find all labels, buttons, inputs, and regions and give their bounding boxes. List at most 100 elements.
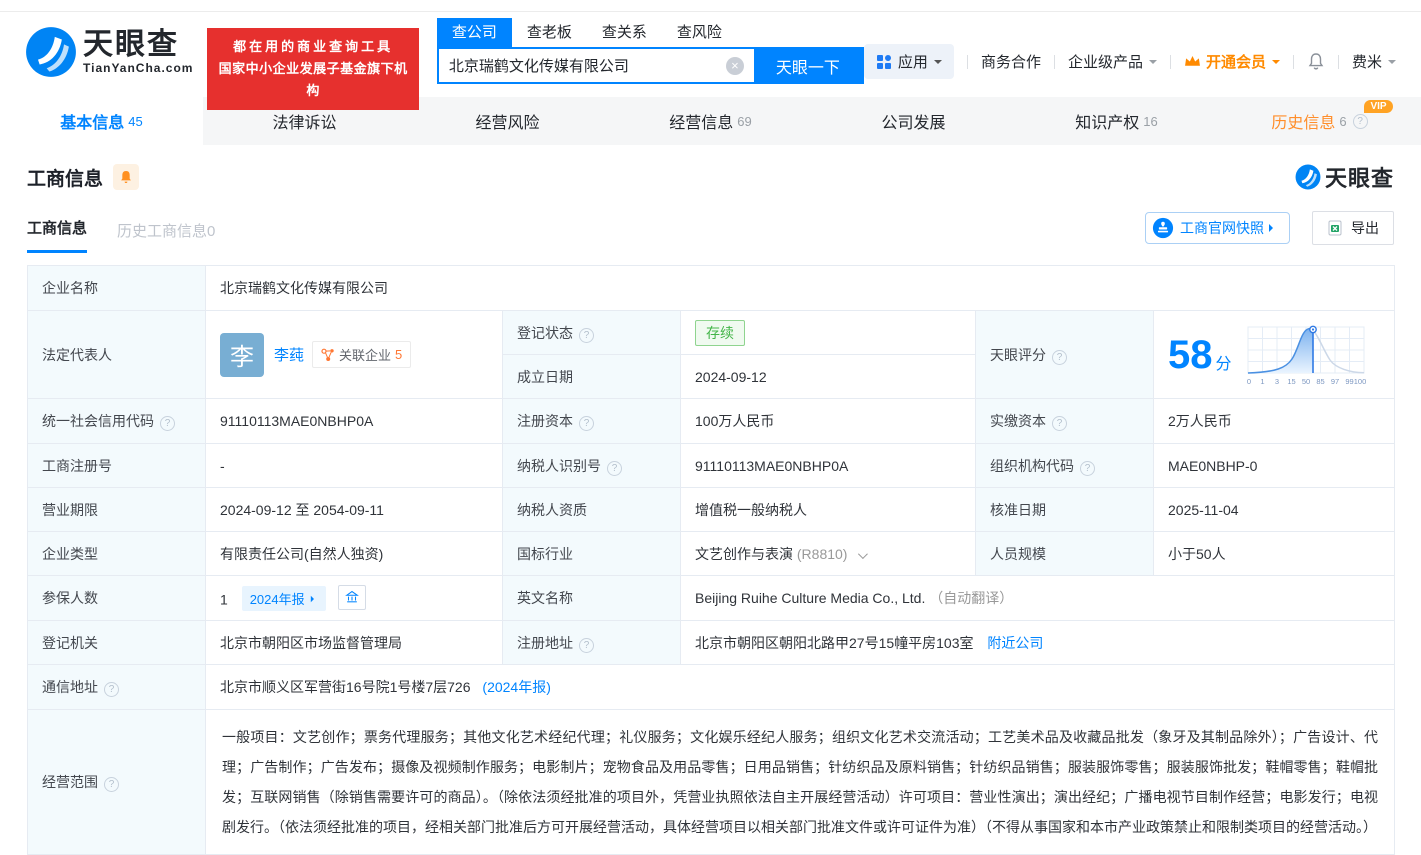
tab-business-info[interactable]: 经营信息 69: [609, 97, 812, 145]
svg-text:100: 100: [1353, 377, 1366, 386]
reg-address-value: 北京市朝阳区朝阳北路甲27号15幢平房103室 附近公司: [681, 621, 1395, 665]
svg-text:0: 0: [1246, 377, 1250, 386]
site-header: 天眼查 TianYanCha.com 都在用的商业查询工具 国家中小企业发展子基…: [0, 12, 1421, 97]
search-tabs: 查公司 查老板 查关系 查风险: [437, 18, 864, 47]
insured-history-button[interactable]: [338, 585, 366, 610]
menu-cooperation[interactable]: 商务合作: [981, 51, 1041, 72]
score-cell: 58 分: [1154, 311, 1395, 399]
nearby-companies-link[interactable]: 附近公司: [987, 635, 1043, 651]
subtab-history-registration[interactable]: 历史工商信息0: [117, 220, 215, 253]
table-row: 法定代表人 李 李莼 关联企业 5: [28, 311, 1395, 355]
help-icon[interactable]: ?: [607, 461, 622, 476]
score-label: 天眼评分?: [976, 311, 1154, 399]
menu-vip[interactable]: 开通会员: [1184, 51, 1280, 72]
insured-count-cell: 1 2024年报: [206, 576, 503, 621]
search-tab-boss[interactable]: 查老板: [512, 18, 587, 47]
chevron-down-icon[interactable]: [858, 549, 868, 559]
section-title: 工商信息: [27, 164, 103, 191]
company-nav-tabs: 基本信息 45 法律诉讼 经营风险 经营信息 69 公司发展 知识产权 16 V…: [0, 97, 1421, 145]
help-icon[interactable]: ?: [579, 416, 594, 431]
snapshot-stamp-icon: [1152, 217, 1174, 239]
tab-operation-risk[interactable]: 经营风险: [406, 97, 609, 145]
taxpayer-id-label: 纳税人识别号?: [503, 444, 681, 488]
help-icon[interactable]: ?: [579, 328, 594, 343]
legal-rep-name-link[interactable]: 李莼: [274, 344, 304, 365]
export-button[interactable]: 导出: [1312, 211, 1394, 245]
org-code-value: MAE0NBHP-0: [1154, 444, 1395, 488]
caret-down-icon: [1272, 60, 1280, 68]
search-button[interactable]: 天眼一下: [754, 49, 862, 82]
search-input[interactable]: [439, 49, 754, 82]
official-snapshot-button[interactable]: 工商官网快照: [1145, 212, 1290, 244]
industry-value: 文艺创作与表演 (R8810): [681, 532, 976, 576]
related-companies-label: 关联企业: [339, 345, 391, 364]
slogan-line-2: 国家中小企业发展子基金旗下机构: [217, 58, 408, 102]
menu-enterprise[interactable]: 企业级产品: [1068, 51, 1157, 72]
annual-report-link[interactable]: (2024年报): [482, 679, 550, 695]
related-companies-badge[interactable]: 关联企业 5: [312, 341, 411, 368]
tab-count: 16: [1143, 114, 1157, 129]
page-top-divider: [0, 0, 1421, 12]
reg-number-label: 工商注册号: [28, 444, 206, 488]
legal-rep-cell: 李 李莼 关联企业 5: [206, 311, 503, 399]
table-row: 通信地址? 北京市顺义区军营街16号院1号楼7层726 (2024年报): [28, 665, 1395, 710]
help-icon[interactable]: ?: [1052, 350, 1067, 365]
reg-authority-label: 登记机关: [28, 621, 206, 665]
reg-status-label: 登记状态?: [503, 311, 681, 355]
tianyancha-logo-icon: [1295, 164, 1321, 190]
menu-divider: [1338, 55, 1339, 69]
tab-company-development[interactable]: 公司发展: [812, 97, 1015, 145]
help-icon[interactable]: ?: [1052, 416, 1067, 431]
apps-menu[interactable]: 应用: [864, 44, 954, 79]
tab-history-info[interactable]: VIP 历史信息 6 ?: [1218, 97, 1421, 145]
approval-date-label: 核准日期: [976, 488, 1154, 532]
tab-label: 基本信息: [60, 109, 124, 133]
tab-intellectual-property[interactable]: 知识产权 16: [1015, 97, 1218, 145]
help-icon[interactable]: ?: [160, 416, 175, 431]
arrow-right-icon: [1269, 224, 1277, 232]
tianyancha-watermark: 天眼查: [1295, 161, 1394, 193]
monitor-bell-icon[interactable]: [113, 164, 139, 190]
company-type-label: 企业类型: [28, 532, 206, 576]
insured-count-label: 参保人数: [28, 576, 206, 621]
user-menu[interactable]: 费米: [1352, 51, 1396, 72]
caret-down-icon: [1149, 60, 1157, 68]
business-term-value: 2024-09-12 至 2054-09-11: [206, 488, 503, 532]
table-row: 营业期限 2024-09-12 至 2054-09-11 纳税人资质 增值税一般…: [28, 488, 1395, 532]
tianyancha-logo[interactable]: 天眼查 TianYanCha.com: [25, 26, 193, 78]
notification-bell-icon[interactable]: [1307, 52, 1325, 71]
annual-report-pill[interactable]: 2024年报: [242, 586, 326, 611]
subtab-current-registration[interactable]: 工商信息: [27, 217, 87, 253]
score-value: 58: [1168, 335, 1213, 375]
tab-basic-info[interactable]: 基本信息 45: [0, 97, 203, 145]
table-row: 统一社会信用代码? 91110113MAE0NBHP0A 注册资本? 100万人…: [28, 399, 1395, 444]
reg-capital-value: 100万人民币: [681, 399, 976, 444]
brand-name: 天眼查: [83, 29, 193, 61]
tab-count: 69: [737, 114, 751, 129]
slogan-line-1: 都在用的商业查询工具: [217, 36, 408, 58]
status-badge: 存续: [695, 320, 745, 346]
mail-address-label: 通信地址?: [28, 665, 206, 710]
search-tab-risk[interactable]: 查风险: [662, 18, 737, 47]
reg-status-value: 存续: [681, 311, 976, 355]
related-companies-count: 5: [395, 347, 402, 362]
help-icon[interactable]: ?: [1080, 461, 1095, 476]
tab-label: 知识产权: [1075, 109, 1139, 133]
search-tab-relation[interactable]: 查关系: [587, 18, 662, 47]
table-row: 经营范围? 一般项目：文艺创作；票务代理服务；其他文化艺术经纪代理；礼仪服务；文…: [28, 710, 1395, 855]
reg-capital-label: 注册资本?: [503, 399, 681, 444]
caret-down-icon: [1388, 60, 1396, 68]
legal-rep-avatar[interactable]: 李: [220, 333, 264, 377]
staff-size-value: 小于50人: [1154, 532, 1395, 576]
search-tab-company[interactable]: 查公司: [437, 18, 512, 47]
help-icon[interactable]: ?: [104, 682, 119, 697]
taxpayer-quality-value: 增值税一般纳税人: [681, 488, 976, 532]
clear-search-icon[interactable]: ×: [726, 57, 744, 75]
caret-down-icon: [934, 60, 942, 68]
tab-legal-litigation[interactable]: 法律诉讼: [203, 97, 406, 145]
help-icon[interactable]: ?: [579, 638, 594, 653]
paid-capital-label: 实缴资本?: [976, 399, 1154, 444]
help-icon[interactable]: ?: [104, 777, 119, 792]
approval-date-value: 2025-11-04: [1154, 488, 1395, 532]
help-icon[interactable]: ?: [1353, 114, 1368, 129]
